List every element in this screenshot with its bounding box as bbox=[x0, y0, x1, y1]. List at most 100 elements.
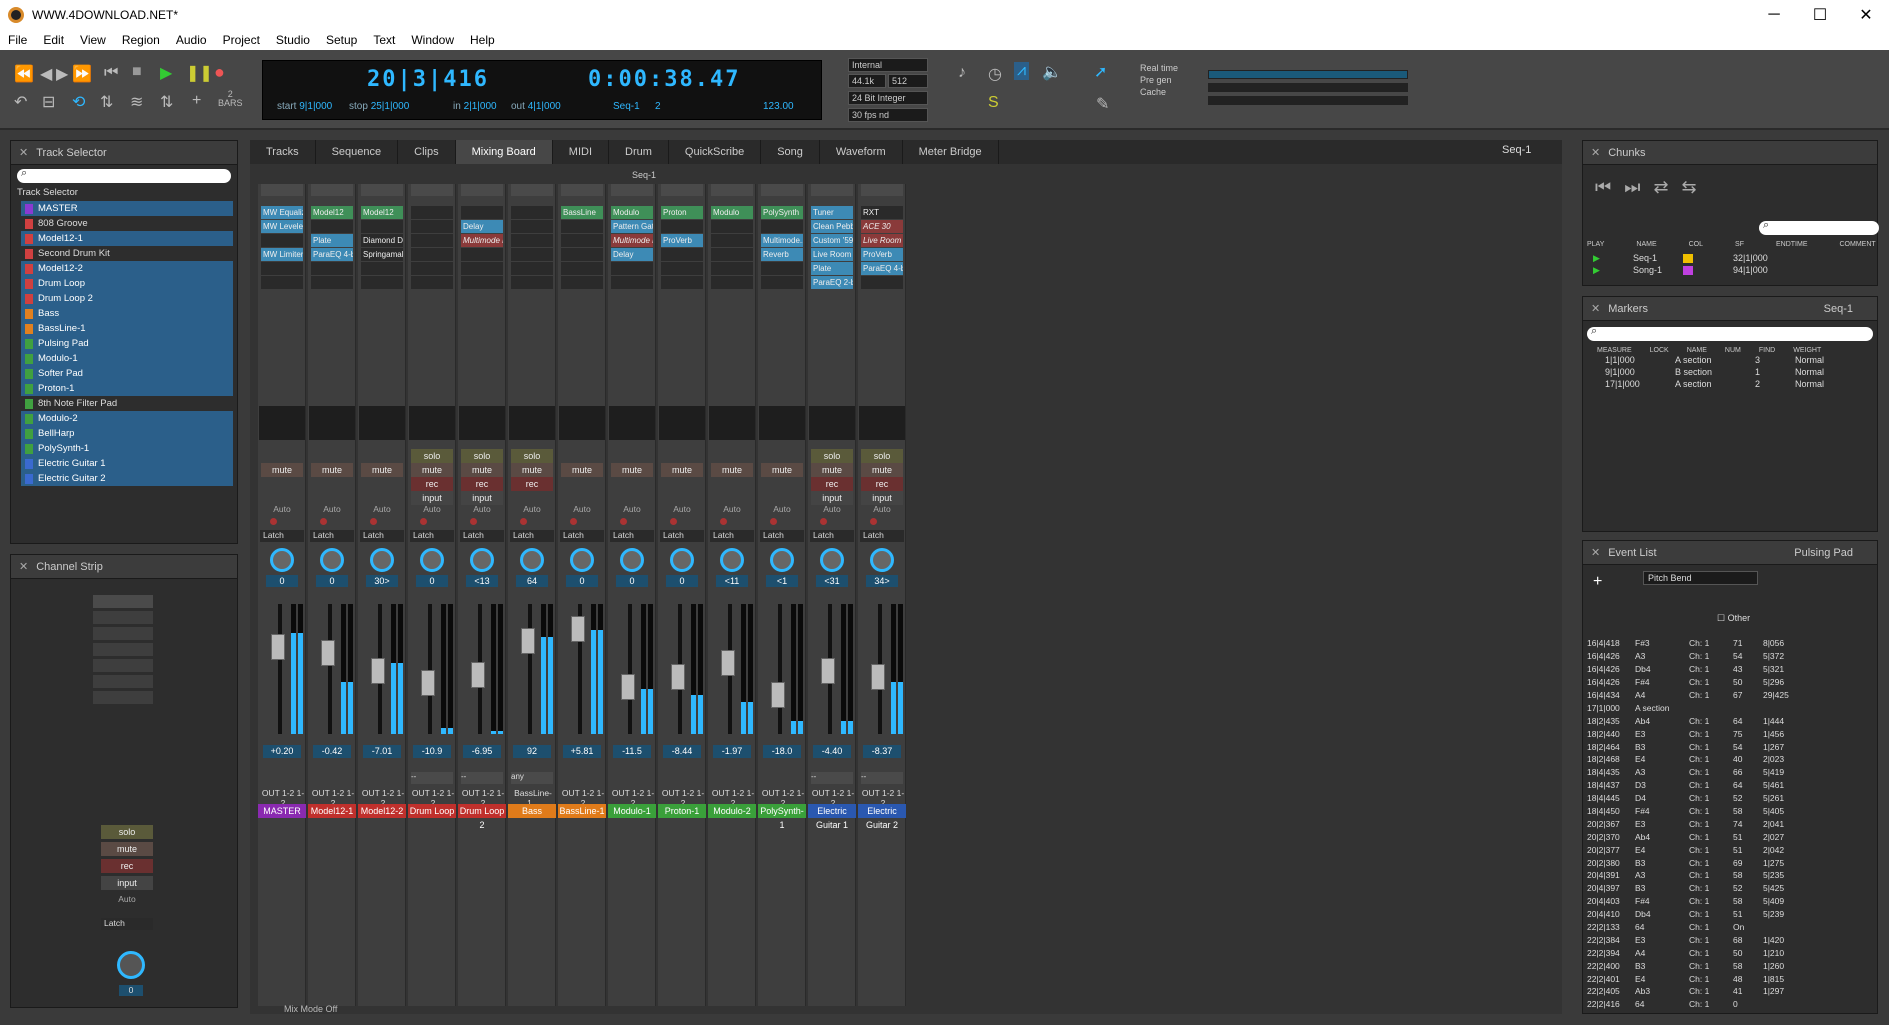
close-panel-icon[interactable]: ✕ bbox=[19, 560, 28, 573]
insert-slot[interactable] bbox=[511, 234, 553, 247]
fader-handle[interactable] bbox=[521, 628, 535, 654]
output-label[interactable]: OUT 1-2 1-2 bbox=[760, 788, 806, 808]
insert-slot[interactable] bbox=[93, 659, 153, 672]
chunks-column-header[interactable]: COMMENT bbox=[1839, 241, 1875, 248]
record-arm-icon[interactable] bbox=[470, 518, 477, 525]
bit-depth[interactable]: 24 Bit Integer bbox=[848, 91, 928, 105]
track-item[interactable]: Drum Loop 2 bbox=[21, 291, 233, 306]
pan-value[interactable]: 0 bbox=[316, 575, 348, 587]
event-row[interactable]: 18|4|450 F#4 Ch: 1 58 5|405 bbox=[1583, 805, 1873, 818]
insert-slot[interactable] bbox=[511, 206, 553, 219]
input-selector[interactable] bbox=[661, 184, 703, 196]
insert-slot[interactable] bbox=[461, 276, 503, 289]
insert-slot[interactable]: Plate bbox=[811, 262, 853, 275]
insert-slot[interactable] bbox=[311, 276, 353, 289]
mute-button[interactable]: mute bbox=[661, 463, 703, 477]
insert-slot[interactable] bbox=[861, 276, 903, 289]
menu-audio[interactable]: Audio bbox=[168, 33, 215, 47]
time-counter[interactable]: 0:00:38.47 bbox=[588, 67, 740, 92]
insert-slot[interactable]: Tuner bbox=[811, 206, 853, 219]
record-icon[interactable]: ● bbox=[214, 62, 225, 83]
solo-button[interactable]: solo bbox=[461, 449, 503, 463]
track-item[interactable]: Drum Loop bbox=[21, 276, 233, 291]
chunk-row[interactable]: ▶ Seq-1 32|1|000 bbox=[1587, 252, 1867, 264]
input-selector[interactable] bbox=[511, 184, 553, 196]
insert-slot[interactable]: MW Equalizer bbox=[261, 206, 303, 219]
insert-slot[interactable] bbox=[511, 276, 553, 289]
fast-forward-icon[interactable]: ⏩ bbox=[72, 64, 92, 84]
insert-slot[interactable]: ProVerb bbox=[661, 234, 703, 247]
event-row[interactable]: 16|4|418 F#3 Ch: 1 71 8|056 bbox=[1583, 637, 1873, 650]
play-chunk-icon[interactable]: ▶ bbox=[1593, 265, 1633, 276]
close-panel-icon[interactable]: ✕ bbox=[1591, 546, 1600, 559]
insert-slot[interactable]: BassLine bbox=[561, 206, 603, 219]
insert-slot[interactable]: RXT bbox=[861, 206, 903, 219]
insert-slot[interactable] bbox=[411, 248, 453, 261]
insert-slot[interactable] bbox=[511, 220, 553, 233]
insert-slot[interactable] bbox=[411, 206, 453, 219]
event-row[interactable]: 20|4|397 B3 Ch: 1 52 5|425 bbox=[1583, 882, 1873, 895]
menu-studio[interactable]: Studio bbox=[268, 33, 318, 47]
undo-icon[interactable]: ↶ bbox=[14, 92, 27, 112]
insert-slot[interactable] bbox=[611, 262, 653, 275]
pan-value[interactable]: 0 bbox=[566, 575, 598, 587]
insert-slot[interactable]: Clean Pebble bbox=[811, 220, 853, 233]
mute-button[interactable]: mute bbox=[761, 463, 803, 477]
event-row[interactable]: 18|2|435 Ab4 Ch: 1 64 1|444 bbox=[1583, 714, 1873, 727]
fader-handle[interactable] bbox=[571, 616, 585, 642]
output-label[interactable]: OUT 1-2 1-2 bbox=[710, 788, 756, 808]
step-back-icon[interactable]: ◀ bbox=[40, 64, 52, 84]
menu-file[interactable]: File bbox=[0, 33, 35, 47]
eq-display[interactable] bbox=[859, 406, 905, 440]
event-row[interactable]: 20|4|391 A3 Ch: 1 58 5|235 bbox=[1583, 869, 1873, 882]
shuffle-icon[interactable]: ⇄ bbox=[1653, 177, 1668, 197]
insert-slot[interactable]: Live Room G bbox=[861, 234, 903, 247]
pencil-tool-icon[interactable]: ✎ bbox=[1096, 94, 1109, 114]
marker-row[interactable]: 1|1|000 A section 3 Normal bbox=[1583, 354, 1877, 366]
fader-value[interactable]: -1.97 bbox=[713, 745, 751, 758]
solo-button[interactable]: solo bbox=[861, 449, 903, 463]
eq-display[interactable] bbox=[809, 406, 855, 440]
insert-slot[interactable] bbox=[411, 262, 453, 275]
event-row[interactable]: 20|2|377 E4 Ch: 1 51 2|042 bbox=[1583, 843, 1873, 856]
input-selector[interactable] bbox=[411, 184, 453, 196]
strip-name[interactable]: PolySynth-1 bbox=[758, 804, 806, 830]
insert-slot[interactable] bbox=[661, 248, 703, 261]
fader-value[interactable]: -8.37 bbox=[863, 745, 901, 758]
insert-slot[interactable]: Delay bbox=[611, 248, 653, 261]
insert-slot[interactable] bbox=[361, 276, 403, 289]
insert-slot[interactable]: Live Room G bbox=[811, 248, 853, 261]
insert-slot[interactable]: Pattern Gate bbox=[611, 220, 653, 233]
insert-slot[interactable] bbox=[361, 220, 403, 233]
pan-knob[interactable] bbox=[870, 548, 894, 572]
event-row[interactable]: 18|4|435 A3 Ch: 1 66 5|419 bbox=[1583, 766, 1873, 779]
clock-icon[interactable]: ◷ bbox=[988, 64, 1002, 84]
insert-slot[interactable]: ParaEQ 4-ba... bbox=[861, 262, 903, 275]
insert-slot[interactable] bbox=[511, 262, 553, 275]
chunks-column-header[interactable]: PLAY bbox=[1587, 241, 1604, 248]
insert-slot[interactable]: ACE 30 bbox=[861, 220, 903, 233]
input-selector[interactable] bbox=[811, 184, 853, 196]
record-arm-icon[interactable] bbox=[720, 518, 727, 525]
eq-display[interactable] bbox=[509, 406, 555, 440]
output-label[interactable]: OUT 1-2 1-2 bbox=[860, 788, 906, 808]
track-item[interactable]: Softer Pad bbox=[21, 366, 233, 381]
input-selector[interactable] bbox=[611, 184, 653, 196]
pan-value[interactable]: 34> bbox=[866, 575, 898, 587]
track-item[interactable]: Pulsing Pad bbox=[21, 336, 233, 351]
rewind-icon[interactable]: ⏪ bbox=[14, 64, 34, 84]
panel-title[interactable]: Chunks bbox=[1608, 147, 1645, 159]
chunk-row[interactable]: ▶ Song-1 94|1|000 bbox=[1587, 264, 1867, 276]
pan-value[interactable]: <1 bbox=[766, 575, 798, 587]
punch-icon[interactable]: ⊟ bbox=[42, 92, 55, 112]
event-row[interactable]: 22|2|401 E4 Ch: 1 48 1|815 bbox=[1583, 972, 1873, 985]
insert-slot[interactable] bbox=[461, 206, 503, 219]
insert-slot[interactable] bbox=[711, 248, 753, 261]
fader-handle[interactable] bbox=[471, 661, 485, 688]
chunks-column-header[interactable]: COL bbox=[1689, 241, 1703, 248]
step-forward-icon[interactable]: ▶ bbox=[56, 64, 68, 84]
markers-column-header[interactable]: NAME bbox=[1687, 347, 1707, 354]
insert-slot[interactable] bbox=[511, 248, 553, 261]
menu-edit[interactable]: Edit bbox=[35, 33, 72, 47]
menu-project[interactable]: Project bbox=[215, 33, 268, 47]
